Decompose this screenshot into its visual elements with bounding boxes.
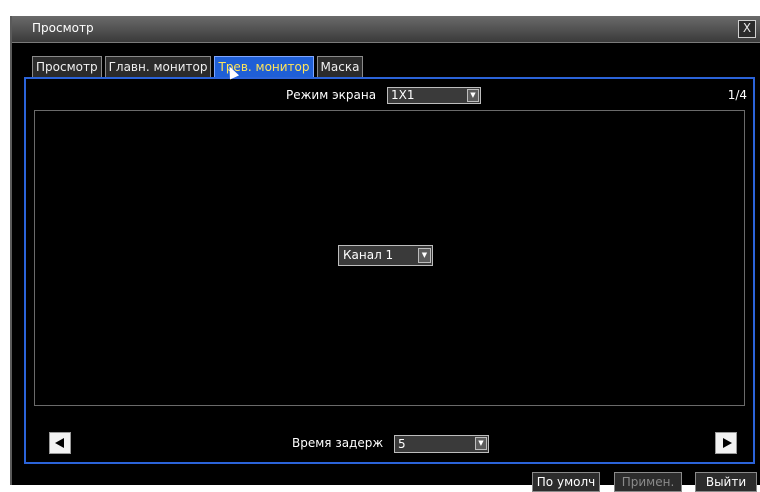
chevron-down-icon: ▼ — [418, 248, 431, 263]
prev-page-button[interactable] — [49, 432, 71, 454]
preview-window: Просмотр X Просмотр Главн. монитор Трев.… — [10, 16, 760, 492]
chevron-down-icon: ▼ — [467, 89, 479, 102]
next-page-button[interactable] — [715, 432, 737, 454]
tab-mask[interactable]: Маска — [316, 56, 364, 77]
tab-bar: Просмотр Главн. монитор Трев. монитор Ма… — [32, 56, 364, 77]
close-button[interactable]: X — [738, 20, 756, 38]
tab-main-monitor[interactable]: Главн. монитор — [104, 56, 212, 77]
prev-arrow-icon — [55, 438, 64, 448]
window-titlebar: Просмотр X — [12, 16, 760, 43]
delay-select[interactable]: 5 ▼ — [394, 435, 489, 453]
screen-mode-label: Режим экрана — [286, 88, 377, 102]
screen-mode-value: 1X1 — [391, 88, 415, 102]
apply-button[interactable]: Примен. — [614, 472, 682, 492]
page-indicator: 1/4 — [727, 88, 747, 102]
default-button[interactable]: По умолч — [532, 472, 600, 492]
exit-button[interactable]: Выйти — [695, 472, 757, 492]
channel-select-value: Канал 1 — [343, 248, 394, 262]
alarm-monitor-panel: Режим экрана 1X1 ▼ 1/4 Канал 1 ▼ Время з… — [24, 77, 755, 464]
delay-label: Время задерж — [292, 436, 384, 450]
tab-preview[interactable]: Просмотр — [32, 56, 102, 77]
window-title: Просмотр — [32, 21, 94, 35]
delay-value: 5 — [398, 437, 406, 451]
channel-select[interactable]: Канал 1 ▼ — [338, 245, 433, 266]
screen-mode-select[interactable]: 1X1 ▼ — [387, 87, 481, 104]
chevron-down-icon: ▼ — [475, 437, 487, 450]
next-arrow-icon — [723, 438, 732, 448]
